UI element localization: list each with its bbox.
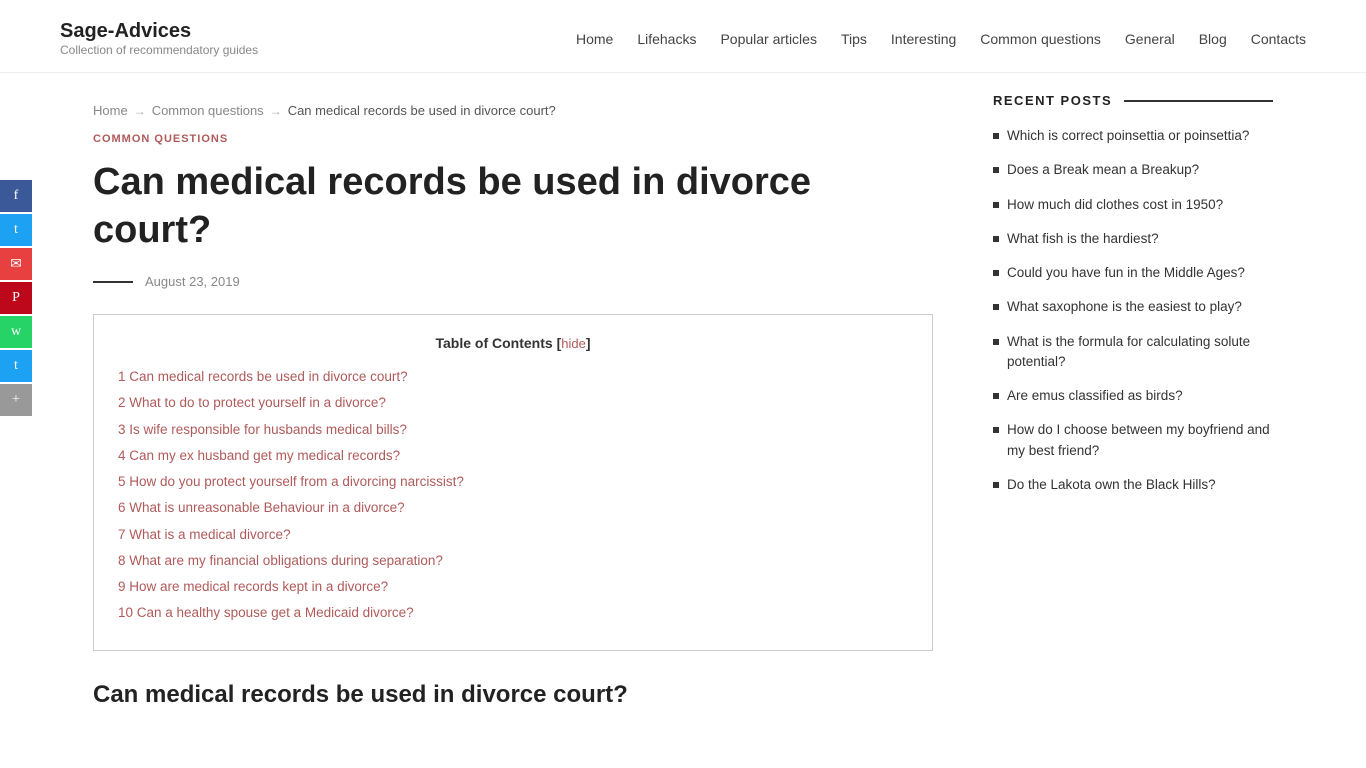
nav-common-questions[interactable]: Common questions xyxy=(980,31,1101,47)
recent-post-link-9[interactable]: How do I choose between my boyfriend and… xyxy=(1007,420,1273,461)
toc-item-3: 3 Is wife responsible for husbands medic… xyxy=(118,420,908,440)
toc-link-4[interactable]: 4 Can my ex husband get my medical recor… xyxy=(118,448,400,463)
recent-post-item: How much did clothes cost in 1950? xyxy=(993,195,1273,215)
toc-link-3[interactable]: 3 Is wife responsible for husbands medic… xyxy=(118,422,407,437)
post-bullet xyxy=(993,427,999,433)
toc-item-8: 8 What are my financial obligations duri… xyxy=(118,551,908,571)
recent-post-link-7[interactable]: What is the formula for calculating solu… xyxy=(1007,332,1273,373)
toc-link-5[interactable]: 5 How do you protect yourself from a div… xyxy=(118,474,464,489)
post-bullet xyxy=(993,270,999,276)
site-tagline: Collection of recommendatory guides xyxy=(60,43,258,57)
recent-post-item: What is the formula for calculating solu… xyxy=(993,332,1273,373)
recent-post-link-4[interactable]: What fish is the hardiest? xyxy=(1007,229,1159,249)
post-bullet xyxy=(993,202,999,208)
date-line-decoration xyxy=(93,281,133,283)
nav-general[interactable]: General xyxy=(1125,31,1175,47)
toc-item-9: 9 How are medical records kept in a divo… xyxy=(118,577,908,597)
more-share-button[interactable]: + xyxy=(0,384,32,416)
breadcrumb-current: Can medical records be used in divorce c… xyxy=(288,103,556,118)
toc-link-7[interactable]: 7 What is a medical divorce? xyxy=(118,527,291,542)
toc-item-6: 6 What is unreasonable Behaviour in a di… xyxy=(118,498,908,518)
toc-link-1[interactable]: 1 Can medical records be used in divorce… xyxy=(118,369,408,384)
recent-post-item: What saxophone is the easiest to play? xyxy=(993,297,1273,317)
post-bullet xyxy=(993,167,999,173)
nav-blog[interactable]: Blog xyxy=(1199,31,1227,47)
breadcrumb-arrow-1: → xyxy=(134,104,146,118)
toc-link-8[interactable]: 8 What are my financial obligations duri… xyxy=(118,553,443,568)
recent-post-item: Which is correct poinsettia or poinsetti… xyxy=(993,126,1273,146)
toc-link-2[interactable]: 2 What to do to protect yourself in a di… xyxy=(118,395,386,410)
recent-posts-title: RECENT POSTS xyxy=(993,93,1273,108)
toc-item-1: 1 Can medical records be used in divorce… xyxy=(118,367,908,387)
post-bullet xyxy=(993,482,999,488)
recent-post-item: Does a Break mean a Breakup? xyxy=(993,160,1273,180)
toc-link-9[interactable]: 9 How are medical records kept in a divo… xyxy=(118,579,388,594)
recent-post-link-5[interactable]: Could you have fun in the Middle Ages? xyxy=(1007,263,1245,283)
recent-post-link-6[interactable]: What saxophone is the easiest to play? xyxy=(1007,297,1242,317)
twitter2-share-button[interactable]: t xyxy=(0,350,32,382)
breadcrumb-arrow-2: → xyxy=(270,104,282,118)
toc-link-6[interactable]: 6 What is unreasonable Behaviour in a di… xyxy=(118,500,405,515)
article-date-wrapper: August 23, 2019 xyxy=(93,274,933,289)
category-label: COMMON QUESTIONS xyxy=(93,133,933,145)
recent-post-link-10[interactable]: Do the Lakota own the Black Hills? xyxy=(1007,475,1216,495)
table-of-contents: Table of Contents [hide] 1 Can medical r… xyxy=(93,314,933,651)
toc-item-7: 7 What is a medical divorce? xyxy=(118,525,908,545)
main-nav: Home Lifehacks Popular articles Tips Int… xyxy=(576,31,1306,47)
nav-contacts[interactable]: Contacts xyxy=(1251,31,1306,47)
twitter-share-button[interactable]: t xyxy=(0,214,32,246)
nav-interesting[interactable]: Interesting xyxy=(891,31,956,47)
article-date: August 23, 2019 xyxy=(145,274,240,289)
sidebar: RECENT POSTS Which is correct poinsettia… xyxy=(993,73,1273,709)
social-sidebar: f t ✉ P w t + xyxy=(0,180,32,416)
main-content: Home → Common questions → Can medical re… xyxy=(93,73,933,709)
recent-post-item: Are emus classified as birds? xyxy=(993,386,1273,406)
recent-posts-list: Which is correct poinsettia or poinsetti… xyxy=(993,126,1273,495)
post-bullet xyxy=(993,339,999,345)
pinterest-share-button[interactable]: P xyxy=(0,282,32,314)
page-wrapper: Home → Common questions → Can medical re… xyxy=(33,73,1333,709)
toc-link-10[interactable]: 10 Can a healthy spouse get a Medicaid d… xyxy=(118,605,414,620)
recent-post-link-1[interactable]: Which is correct poinsettia or poinsetti… xyxy=(1007,126,1249,146)
toc-item-5: 5 How do you protect yourself from a div… xyxy=(118,472,908,492)
post-bullet xyxy=(993,133,999,139)
toc-hide-link[interactable]: hide xyxy=(561,336,586,351)
nav-popular-articles[interactable]: Popular articles xyxy=(720,31,817,47)
facebook-share-button[interactable]: f xyxy=(0,180,32,212)
recent-post-link-2[interactable]: Does a Break mean a Breakup? xyxy=(1007,160,1199,180)
recent-post-link-8[interactable]: Are emus classified as birds? xyxy=(1007,386,1183,406)
site-branding: Sage-Advices Collection of recommendator… xyxy=(60,20,258,57)
breadcrumb: Home → Common questions → Can medical re… xyxy=(93,83,933,133)
recent-post-item: What fish is the hardiest? xyxy=(993,229,1273,249)
article-title: Can medical records be used in divorce c… xyxy=(93,159,933,254)
toc-item-4: 4 Can my ex husband get my medical recor… xyxy=(118,446,908,466)
section-heading: Can medical records be used in divorce c… xyxy=(93,681,933,709)
post-bullet xyxy=(993,393,999,399)
recent-post-link-3[interactable]: How much did clothes cost in 1950? xyxy=(1007,195,1223,215)
nav-home[interactable]: Home xyxy=(576,31,613,47)
nav-tips[interactable]: Tips xyxy=(841,31,867,47)
post-bullet xyxy=(993,236,999,242)
nav-lifehacks[interactable]: Lifehacks xyxy=(637,31,696,47)
breadcrumb-section[interactable]: Common questions xyxy=(152,103,264,118)
breadcrumb-home[interactable]: Home xyxy=(93,103,128,118)
recent-post-item: Could you have fun in the Middle Ages? xyxy=(993,263,1273,283)
toc-item-2: 2 What to do to protect yourself in a di… xyxy=(118,393,908,413)
toc-item-10: 10 Can a healthy spouse get a Medicaid d… xyxy=(118,603,908,623)
recent-post-item: Do the Lakota own the Black Hills? xyxy=(993,475,1273,495)
email-share-button[interactable]: ✉ xyxy=(0,248,32,280)
recent-post-item: How do I choose between my boyfriend and… xyxy=(993,420,1273,461)
toc-title: Table of Contents [hide] xyxy=(118,335,908,351)
whatsapp-share-button[interactable]: w xyxy=(0,316,32,348)
post-bullet xyxy=(993,304,999,310)
toc-list: 1 Can medical records be used in divorce… xyxy=(118,367,908,624)
sidebar-title-line xyxy=(1124,100,1273,102)
site-title[interactable]: Sage-Advices xyxy=(60,20,258,43)
site-header: Sage-Advices Collection of recommendator… xyxy=(0,0,1366,73)
